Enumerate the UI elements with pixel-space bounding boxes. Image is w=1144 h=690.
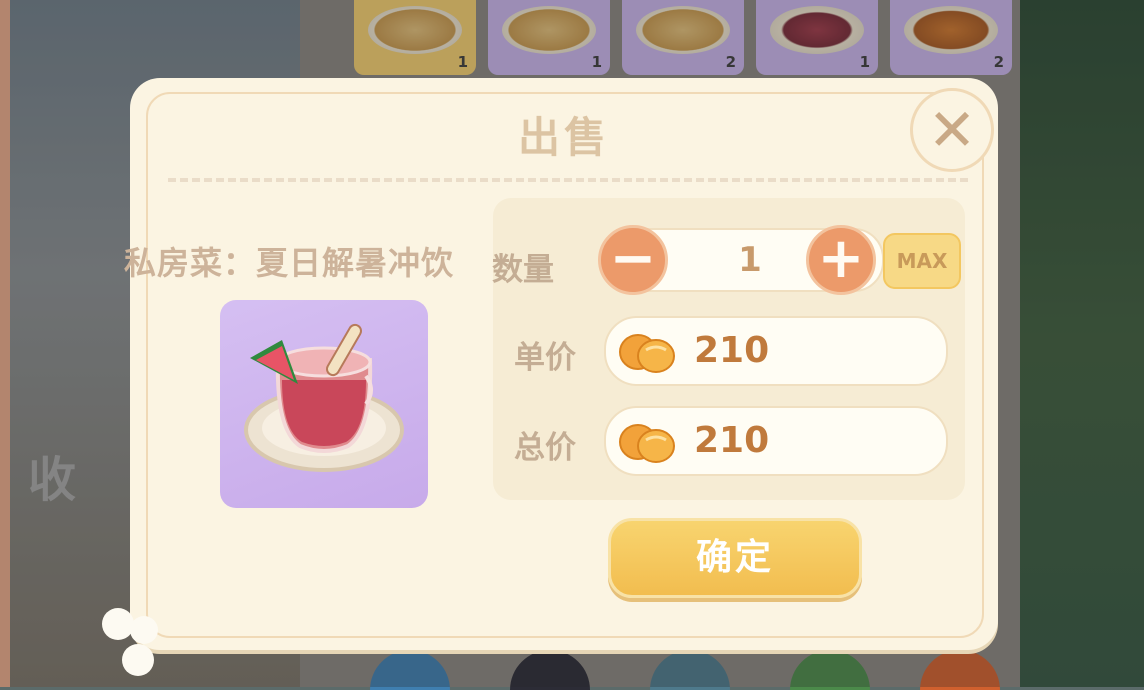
dialog-title: 出售 bbox=[517, 113, 610, 162]
item-image bbox=[220, 300, 428, 508]
max-label: MAX bbox=[896, 249, 948, 273]
item-name: 私房菜：夏日解暑冲饮 bbox=[124, 244, 455, 282]
total-price-label: 总价 bbox=[514, 430, 576, 466]
summer-drink-icon bbox=[244, 323, 404, 472]
total-price-value: 210 bbox=[694, 420, 770, 461]
max-button[interactable]: MAX bbox=[883, 233, 961, 289]
close-button[interactable]: ✕ bbox=[910, 88, 994, 172]
unit-price-label: 单价 bbox=[514, 340, 576, 376]
orange-coin-icon bbox=[619, 424, 675, 463]
plus-icon: + bbox=[817, 226, 865, 291]
increase-button[interactable]: + bbox=[806, 225, 876, 295]
quantity-label: 数量 bbox=[492, 252, 554, 288]
decrease-button[interactable]: − bbox=[598, 225, 668, 295]
sell-dialog: 出售 ✕ 私房菜：夏日解暑冲饮 数量 1 − + MAX 单价 210 总价 2… bbox=[124, 78, 998, 650]
paw-cursor-icon bbox=[102, 608, 158, 676]
total-price-field: 210 bbox=[604, 406, 948, 476]
confirm-label: 确定 bbox=[695, 537, 774, 578]
unit-price-field: 210 bbox=[604, 316, 948, 386]
orange-coin-icon bbox=[619, 334, 675, 373]
confirm-button[interactable]: 确定 bbox=[608, 518, 862, 598]
title-divider bbox=[168, 178, 968, 182]
close-icon: ✕ bbox=[927, 96, 977, 164]
minus-icon: − bbox=[609, 226, 657, 291]
unit-price-value: 210 bbox=[694, 330, 770, 371]
